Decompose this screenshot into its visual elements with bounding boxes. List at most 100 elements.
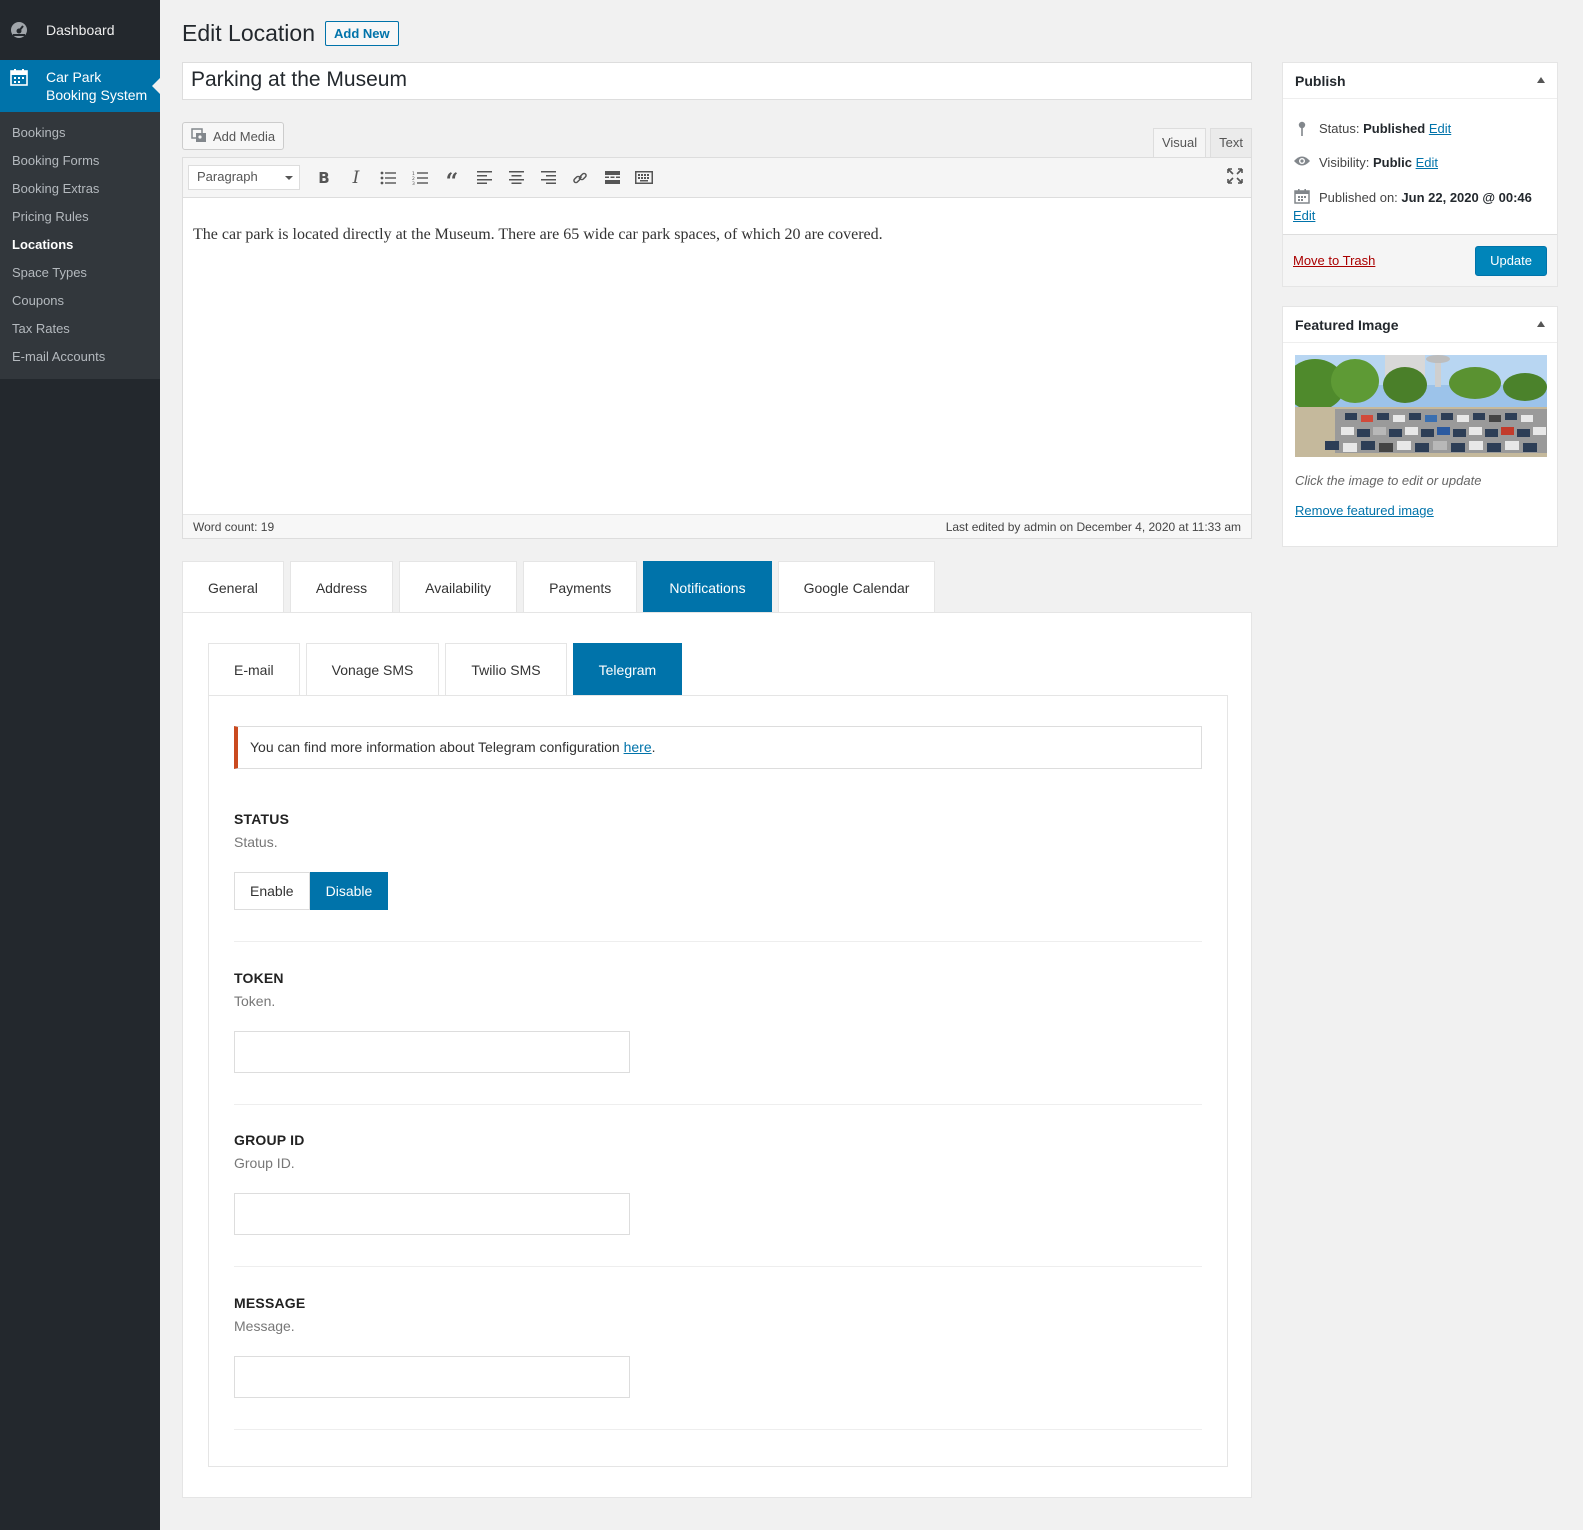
featured-image-hint: Click the image to edit or update — [1295, 473, 1482, 488]
field-group-id: GROUP ID Group ID. — [234, 1132, 1202, 1267]
status-row: Status: Published Edit — [1283, 121, 1557, 137]
menu-car-park-booking-system[interactable]: Car Park Booking System — [0, 60, 160, 112]
tab-payments[interactable]: Payments — [523, 561, 638, 613]
collapse-icon[interactable] — [1537, 73, 1545, 83]
divider — [234, 1429, 1202, 1430]
content-editor: Paragraph B I 123 “ The car park is loca… — [182, 157, 1252, 539]
info-notice: You can find more information about Tele… — [234, 726, 1202, 769]
pin-icon — [1293, 121, 1311, 137]
status-toggle: Enable Disable — [234, 872, 1202, 910]
tab-text[interactable]: Text — [1210, 128, 1252, 157]
featured-image-header[interactable]: Featured Image — [1283, 307, 1557, 343]
published-value: Jun 22, 2020 @ 00:46 — [1401, 190, 1532, 205]
page-heading: Edit Location Add New — [182, 20, 399, 47]
word-count: Word count: 19 — [193, 519, 275, 534]
status-label: STATUS — [234, 811, 290, 827]
submenu-item-locations[interactable]: Locations — [0, 231, 160, 259]
visibility-row: Visibility: Public Edit — [1283, 155, 1557, 170]
link-icon[interactable] — [564, 165, 596, 191]
published-row: Published on: Jun 22, 2020 @ 00:46 — [1283, 188, 1557, 208]
submenu-item-coupons[interactable]: Coupons — [0, 287, 160, 315]
submenu-item-tax-rates[interactable]: Tax Rates — [0, 315, 160, 343]
tab-google-calendar[interactable]: Google Calendar — [777, 561, 936, 613]
tab-availability[interactable]: Availability — [399, 561, 518, 613]
published-label: Published on: — [1319, 190, 1398, 205]
group-id-input[interactable] — [234, 1193, 630, 1235]
status-enable-button[interactable]: Enable — [234, 872, 310, 910]
last-edited: Last edited by admin on December 4, 2020… — [945, 519, 1241, 534]
add-new-button[interactable]: Add New — [324, 21, 399, 46]
notification-channel-tabs: E-mail Vonage SMS Twilio SMS Telegram — [208, 643, 683, 695]
subtab-email[interactable]: E-mail — [208, 643, 300, 695]
field-status: STATUS Status. Enable Disable — [234, 811, 1202, 942]
published-edit-link[interactable]: Edit — [1293, 208, 1315, 223]
align-center-icon[interactable] — [500, 165, 532, 191]
status-edit-link[interactable]: Edit — [1429, 121, 1451, 136]
numbered-list-icon[interactable]: 123 — [404, 165, 436, 191]
token-desc: Token. — [234, 993, 276, 1009]
publish-header[interactable]: Publish — [1283, 63, 1557, 99]
add-media-button[interactable]: Add Media — [182, 122, 285, 150]
page-title: Edit Location — [182, 20, 315, 46]
eye-icon — [1293, 155, 1311, 167]
visibility-value: Public — [1372, 155, 1412, 170]
featured-image-title: Featured Image — [1295, 316, 1399, 333]
submenu-item-space-types[interactable]: Space Types — [0, 259, 160, 287]
tab-general[interactable]: General — [182, 561, 284, 613]
post-title-input[interactable]: Parking at the Museum — [182, 62, 1252, 100]
editor-content[interactable]: The car park is located directly at the … — [183, 198, 1251, 272]
subtab-twilio-sms[interactable]: Twilio SMS — [445, 643, 567, 695]
plugin-label-line1: Car Park — [46, 69, 102, 85]
bold-icon[interactable]: B — [308, 165, 340, 191]
svg-text:3: 3 — [412, 181, 415, 185]
align-left-icon[interactable] — [468, 165, 500, 191]
field-token: TOKEN Token. — [234, 970, 1202, 1105]
tab-notifications[interactable]: Notifications — [643, 561, 772, 613]
location-tabs: General Address Availability Payments No… — [182, 561, 936, 613]
editor-statusbar: Word count: 19 Last edited by admin on D… — [183, 514, 1251, 538]
divider — [234, 1266, 1202, 1267]
read-more-icon[interactable] — [596, 165, 628, 191]
token-input[interactable] — [234, 1031, 630, 1073]
collapse-icon[interactable] — [1537, 317, 1545, 327]
tab-visual[interactable]: Visual — [1152, 128, 1207, 157]
submenu-item-bookings[interactable]: Bookings — [0, 119, 160, 147]
menu-dashboard-label: Dashboard — [46, 22, 115, 38]
move-to-trash-link[interactable]: Move to Trash — [1293, 253, 1375, 268]
status-disable-button[interactable]: Disable — [309, 872, 389, 910]
bulleted-list-icon[interactable] — [372, 165, 404, 191]
message-input[interactable] — [234, 1356, 630, 1398]
fullscreen-icon[interactable] — [1227, 168, 1243, 187]
visibility-label: Visibility: — [1319, 155, 1370, 170]
featured-image-box: Featured Image Click the image to edit o… — [1282, 306, 1558, 547]
publish-actions: Move to Trash Update — [1283, 234, 1557, 286]
submenu-item-booking-extras[interactable]: Booking Extras — [0, 175, 160, 203]
notice-after: . — [651, 739, 656, 755]
subtab-vonage-sms[interactable]: Vonage SMS — [305, 643, 440, 695]
status-label: Status: — [1319, 121, 1360, 136]
keyboard-icon[interactable] — [628, 165, 660, 191]
notifications-panel: E-mail Vonage SMS Twilio SMS Telegram Yo… — [182, 612, 1252, 1498]
blockquote-icon[interactable]: “ — [436, 165, 468, 195]
field-message: MESSAGE Message. — [234, 1295, 1202, 1430]
divider — [234, 1104, 1202, 1105]
italic-icon[interactable]: I — [340, 165, 372, 191]
tab-address[interactable]: Address — [289, 561, 394, 613]
visibility-edit-link[interactable]: Edit — [1416, 155, 1438, 170]
submenu-item-pricing-rules[interactable]: Pricing Rules — [0, 203, 160, 231]
align-right-icon[interactable] — [532, 165, 564, 191]
remove-featured-image-link[interactable]: Remove featured image — [1295, 503, 1434, 518]
publish-title: Publish — [1295, 72, 1346, 89]
menu-dashboard[interactable]: Dashboard — [0, 0, 160, 60]
featured-image[interactable] — [1295, 355, 1547, 457]
notice-link[interactable]: here — [624, 739, 652, 755]
submenu-item-email-accounts[interactable]: E-mail Accounts — [0, 343, 160, 371]
format-select[interactable]: Paragraph — [188, 165, 300, 190]
notice-text: You can find more information about Tele… — [250, 739, 624, 755]
subtab-telegram[interactable]: Telegram — [572, 643, 683, 695]
update-button[interactable]: Update — [1475, 245, 1547, 276]
calendar-icon — [1293, 188, 1311, 204]
publish-box: Publish Status: Published Edit Visibilit… — [1282, 62, 1558, 287]
add-media-label: Add Media — [213, 128, 276, 144]
submenu-item-booking-forms[interactable]: Booking Forms — [0, 147, 160, 175]
